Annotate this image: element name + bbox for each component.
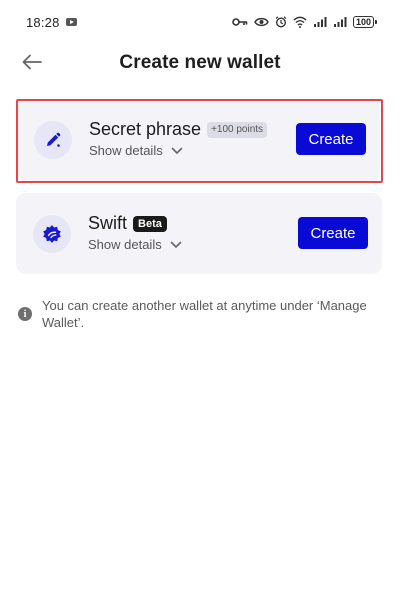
create-button[interactable]: Create	[296, 123, 366, 155]
show-details-label: Show details	[89, 143, 163, 158]
show-details-toggle[interactable]: Show details	[88, 237, 182, 252]
page-header: Create new wallet	[0, 44, 400, 82]
create-button[interactable]: Create	[298, 217, 368, 249]
wallet-title: Swift	[88, 213, 128, 233]
wallet-title: Secret phrase	[89, 119, 202, 139]
wifi-icon	[293, 16, 307, 28]
page-title: Create new wallet	[119, 52, 281, 73]
key-icon	[232, 18, 248, 26]
card-title-row: Secret phrase +100 points	[89, 119, 268, 140]
card-title-row: Swift Beta	[88, 213, 167, 234]
show-details-toggle[interactable]: Show details	[89, 143, 183, 158]
chevron-down-icon	[171, 147, 183, 154]
status-bar: 18:28 100	[0, 0, 400, 44]
info-text: You can create another wallet at anytime…	[42, 298, 367, 330]
status-time: 18:28	[26, 14, 60, 30]
youtube-notification-icon	[65, 18, 77, 26]
info-note: i You can create another wallet at anyti…	[18, 296, 378, 331]
points-badge: +100 points	[207, 121, 268, 138]
swift-badge-icon	[33, 215, 71, 253]
pen-icon	[34, 121, 72, 159]
info-icon: i	[18, 307, 32, 321]
signal-icon-2	[333, 17, 347, 27]
show-details-label: Show details	[88, 237, 162, 252]
status-right: 100	[232, 16, 378, 28]
status-left: 18:28	[26, 15, 77, 30]
eye-icon	[254, 17, 269, 27]
signal-icon	[313, 17, 327, 27]
beta-badge: Beta	[133, 215, 167, 232]
wallet-option-secret-phrase[interactable]: Secret phrase +100 points Show details C…	[17, 99, 380, 181]
chevron-down-icon	[170, 241, 182, 248]
alarm-icon	[275, 16, 287, 28]
wallet-option-swift[interactable]: Swift Beta Show details Create	[16, 193, 382, 274]
battery-indicator: 100	[352, 16, 378, 28]
